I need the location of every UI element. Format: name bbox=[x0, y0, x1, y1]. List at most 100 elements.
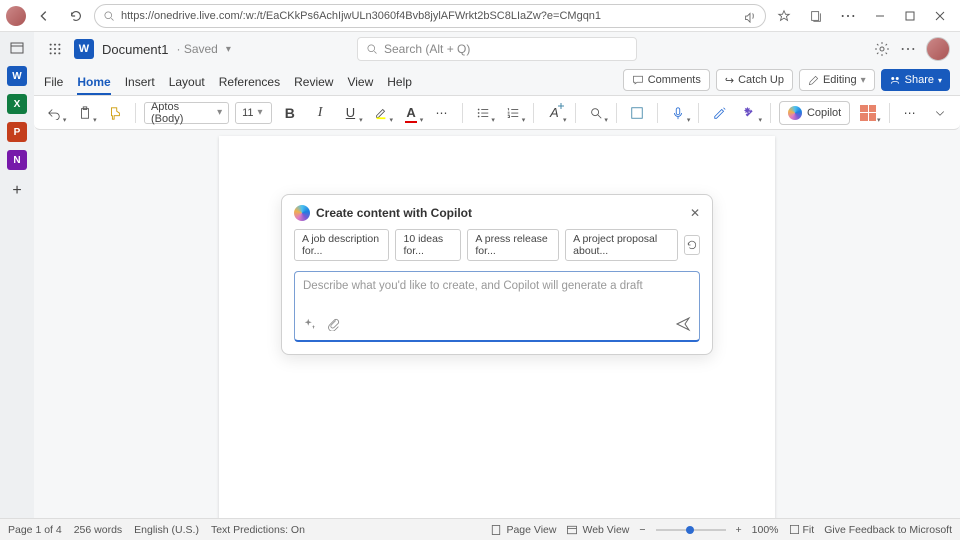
feedback-link[interactable]: Give Feedback to Microsoft bbox=[824, 524, 952, 536]
back-button[interactable] bbox=[30, 4, 58, 28]
read-aloud-icon[interactable] bbox=[743, 9, 757, 23]
document-page[interactable]: Create content with Copilot ✕ A job desc… bbox=[219, 136, 775, 518]
zoom-in-button[interactable]: + bbox=[736, 524, 742, 536]
numbering-button[interactable]: ▾ bbox=[501, 100, 525, 126]
chip-press-release[interactable]: A press release for... bbox=[467, 229, 559, 261]
font-name-select[interactable]: Aptos (Body)▾ bbox=[144, 102, 229, 124]
word-count[interactable]: 256 words bbox=[74, 524, 122, 536]
font-color-button[interactable]: A▾ bbox=[399, 100, 423, 126]
highlight-button[interactable]: ▾ bbox=[369, 100, 393, 126]
rail-powerpoint-icon[interactable]: P bbox=[7, 122, 27, 142]
app-main: W Document1 · Saved ▾ Search (Alt + Q) ⋯… bbox=[34, 32, 960, 518]
close-button[interactable] bbox=[926, 4, 954, 28]
zoom-level[interactable]: 100% bbox=[752, 524, 779, 536]
refresh-chips-button[interactable] bbox=[684, 235, 700, 255]
chevron-down-icon: ▾ bbox=[938, 76, 942, 85]
tab-help[interactable]: Help bbox=[387, 75, 412, 95]
title-bar: W Document1 · Saved ▾ Search (Alt + Q) ⋯ bbox=[34, 32, 960, 66]
bold-button[interactable]: B bbox=[278, 100, 302, 126]
copilot-icon bbox=[788, 106, 802, 120]
chip-ideas[interactable]: 10 ideas for... bbox=[395, 229, 461, 261]
search-icon bbox=[103, 10, 115, 22]
rail-word-icon[interactable]: W bbox=[7, 66, 27, 86]
copilot-icon bbox=[294, 205, 310, 221]
prompt-input-box[interactable]: Describe what you'd like to create, and … bbox=[294, 271, 700, 342]
user-avatar[interactable] bbox=[926, 37, 950, 61]
tab-insert[interactable]: Insert bbox=[125, 75, 155, 95]
chip-job-description[interactable]: A job description for... bbox=[294, 229, 389, 261]
tab-review[interactable]: Review bbox=[294, 75, 333, 95]
copilot-ribbon-button[interactable]: Copilot bbox=[779, 101, 850, 125]
copilot-panel-title: Create content with Copilot bbox=[316, 206, 472, 220]
rewrite-button[interactable]: ▾ bbox=[738, 100, 762, 126]
share-button[interactable]: Share ▾ bbox=[881, 69, 950, 91]
minimize-button[interactable] bbox=[866, 4, 894, 28]
prompt-chips: A job description for... 10 ideas for...… bbox=[294, 229, 700, 261]
bullets-button[interactable]: ▾ bbox=[471, 100, 495, 126]
predictions-indicator[interactable]: Text Predictions: On bbox=[211, 524, 305, 536]
attach-icon[interactable] bbox=[327, 317, 341, 331]
web-view-button[interactable]: Web View bbox=[566, 524, 629, 536]
tab-layout[interactable]: Layout bbox=[169, 75, 205, 95]
styles-button[interactable]: A▾ bbox=[542, 100, 566, 126]
ribbon-overflow-button[interactable]: ⋯ bbox=[897, 100, 921, 126]
zoom-slider[interactable] bbox=[656, 529, 726, 531]
page-view-icon bbox=[490, 524, 502, 536]
page-indicator[interactable]: Page 1 of 4 bbox=[8, 524, 62, 536]
share-icon bbox=[889, 74, 901, 86]
editor-button[interactable] bbox=[707, 100, 731, 126]
comment-icon bbox=[632, 74, 644, 86]
find-button[interactable]: ▾ bbox=[583, 100, 607, 126]
rail-onenote-icon[interactable]: N bbox=[7, 150, 27, 170]
address-bar[interactable]: https://onedrive.live.com/:w:/t/EaCKkPs6… bbox=[94, 4, 766, 28]
zoom-out-button[interactable]: − bbox=[639, 524, 645, 536]
maximize-button[interactable] bbox=[896, 4, 924, 28]
browser-more-icon[interactable]: ⋯ bbox=[834, 4, 862, 28]
sparkle-icon[interactable] bbox=[303, 317, 317, 331]
catchup-button[interactable]: ↪ Catch Up bbox=[716, 69, 793, 91]
document-canvas[interactable]: Create content with Copilot ✕ A job desc… bbox=[34, 130, 960, 518]
close-icon[interactable]: ✕ bbox=[690, 206, 700, 220]
addins-button[interactable]: ▾ bbox=[856, 100, 880, 126]
more-font-button[interactable]: ⋯ bbox=[429, 100, 453, 126]
pencil-icon bbox=[808, 75, 819, 86]
collections-icon[interactable] bbox=[802, 4, 830, 28]
word-app-icon: W bbox=[74, 39, 94, 59]
tab-home[interactable]: Home bbox=[77, 75, 110, 95]
tab-view[interactable]: View bbox=[347, 75, 373, 95]
paste-button[interactable]: ▾ bbox=[72, 100, 96, 126]
save-status: · Saved bbox=[176, 42, 217, 56]
collapse-ribbon-button[interactable] bbox=[928, 100, 952, 126]
search-box[interactable]: Search (Alt + Q) bbox=[357, 37, 637, 61]
rail-home-icon[interactable] bbox=[7, 38, 27, 58]
dictate-button[interactable]: ▾ bbox=[666, 100, 690, 126]
app-launcher-icon[interactable] bbox=[44, 38, 66, 60]
profile-avatar-icon[interactable] bbox=[6, 6, 26, 26]
rail-add-icon[interactable]: + bbox=[12, 182, 21, 200]
ribbon-toolbar: ▾ ▾ Aptos (Body)▾ 11▾ B I U▾ ▾ A▾ ⋯ ▾ ▾ … bbox=[34, 96, 960, 130]
editing-mode-button[interactable]: Editing ▾ bbox=[799, 69, 875, 91]
prompt-placeholder: Describe what you'd like to create, and … bbox=[303, 280, 691, 296]
web-view-icon bbox=[566, 524, 578, 536]
format-painter-button[interactable] bbox=[103, 100, 127, 126]
send-button[interactable] bbox=[675, 316, 691, 332]
fit-button[interactable]: Fit bbox=[789, 524, 815, 536]
page-view-button[interactable]: Page View bbox=[490, 524, 556, 536]
document-name[interactable]: Document1 bbox=[102, 42, 168, 57]
language-indicator[interactable]: English (U.S.) bbox=[134, 524, 199, 536]
chevron-down-icon[interactable]: ▾ bbox=[226, 44, 231, 55]
chip-proposal[interactable]: A project proposal about... bbox=[565, 229, 678, 261]
settings-icon[interactable] bbox=[874, 41, 890, 57]
more-icon[interactable]: ⋯ bbox=[900, 39, 916, 59]
comments-button[interactable]: Comments bbox=[623, 69, 710, 91]
tab-references[interactable]: References bbox=[219, 75, 280, 95]
font-size-select[interactable]: 11▾ bbox=[235, 102, 271, 124]
refresh-button[interactable] bbox=[62, 4, 90, 28]
favorites-icon[interactable] bbox=[770, 4, 798, 28]
undo-button[interactable]: ▾ bbox=[42, 100, 66, 126]
tab-file[interactable]: File bbox=[44, 75, 63, 95]
designer-button[interactable] bbox=[625, 100, 649, 126]
rail-excel-icon[interactable]: X bbox=[7, 94, 27, 114]
underline-button[interactable]: U▾ bbox=[338, 100, 362, 126]
italic-button[interactable]: I bbox=[308, 100, 332, 126]
